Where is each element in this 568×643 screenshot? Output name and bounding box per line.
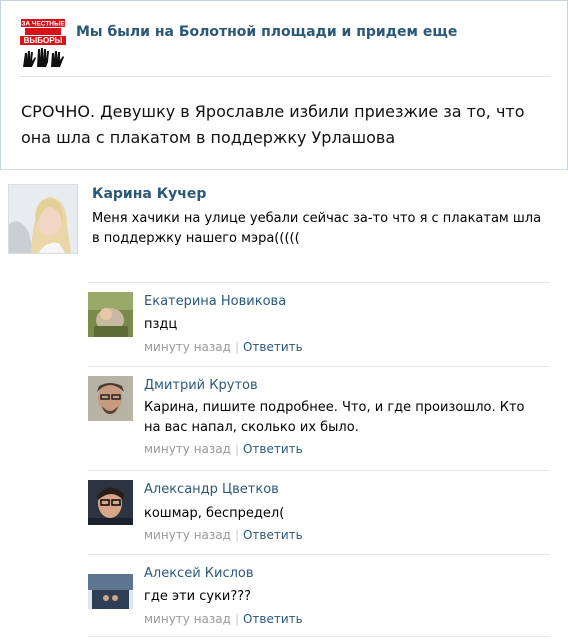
timestamp[interactable]: минуту назад [144,528,231,542]
avatar[interactable] [88,292,133,337]
group-name[interactable]: Мы были на Болотной площади и придем еще [76,24,457,40]
separator: | [234,612,239,626]
comment-text: Карина, пишите подробнее. Что, и где про… [144,400,525,435]
separator: | [234,442,239,456]
reply-link[interactable]: Ответить [243,528,303,542]
comment-meta: минуту назад | Ответить [144,340,303,354]
reply-link[interactable]: Ответить [243,442,303,456]
comment-author[interactable]: Екатерина Новикова [144,294,286,309]
divider [88,636,550,637]
reply-link[interactable]: Ответить [243,612,303,626]
svg-text:ВЫБОРЫ: ВЫБОРЫ [24,36,63,45]
reply: Екатерина Новикова пздц минуту назад | Отв… [88,282,550,362]
divider [88,366,550,367]
comment-text: где эти суки??? [144,589,252,604]
reply: Александр Цветков кошмар, беспредел( мин… [88,470,550,550]
reply: Алексей Кислов где эти суки??? минуту на… [88,554,550,638]
comment-text: Меня хачики на улице уебали сейчас за-то… [92,211,542,246]
avatar[interactable] [88,564,133,609]
comment-author[interactable]: Карина Кучер [92,186,206,202]
avatar[interactable] [8,184,78,254]
timestamp[interactable]: минуту назад [144,612,231,626]
avatar[interactable] [88,480,133,525]
post-text: СРОЧНО. Девушку в Ярославле избили приез… [21,102,525,147]
separator: | [234,340,239,354]
timestamp[interactable]: минуту назад [144,340,231,354]
divider [88,470,550,471]
divider [88,554,550,555]
group-logo[interactable]: ЗА ЧЕСТНЫЕ ВЫБОРЫ [19,17,67,69]
reply-link[interactable]: Ответить [243,340,303,354]
comment-text: кошмар, беспредел( [144,506,285,521]
comment-author[interactable]: Дмитрий Крутов [144,378,258,393]
divider [19,76,551,77]
reply: Дмитрий Крутов Карина, пишите подробнее.… [88,366,550,464]
comment-author[interactable]: Алексей Кислов [144,566,254,581]
logo-text: ЗА ЧЕСТНЫЕ [21,21,65,28]
avatar[interactable] [88,376,133,421]
comment-text: пздц [144,317,178,332]
comment-author[interactable]: Александр Цветков [144,482,279,497]
comment-meta: минуту назад | Ответить [144,612,303,626]
post-card: ЗА ЧЕСТНЫЕ ВЫБОРЫ Мы были на Болотной пл… [0,0,568,170]
comment-meta: минуту назад | Ответить [144,442,303,456]
divider [88,282,550,283]
separator: | [234,528,239,542]
timestamp[interactable]: минуту назад [144,442,231,456]
comment-meta: минуту назад | Ответить [144,528,303,542]
